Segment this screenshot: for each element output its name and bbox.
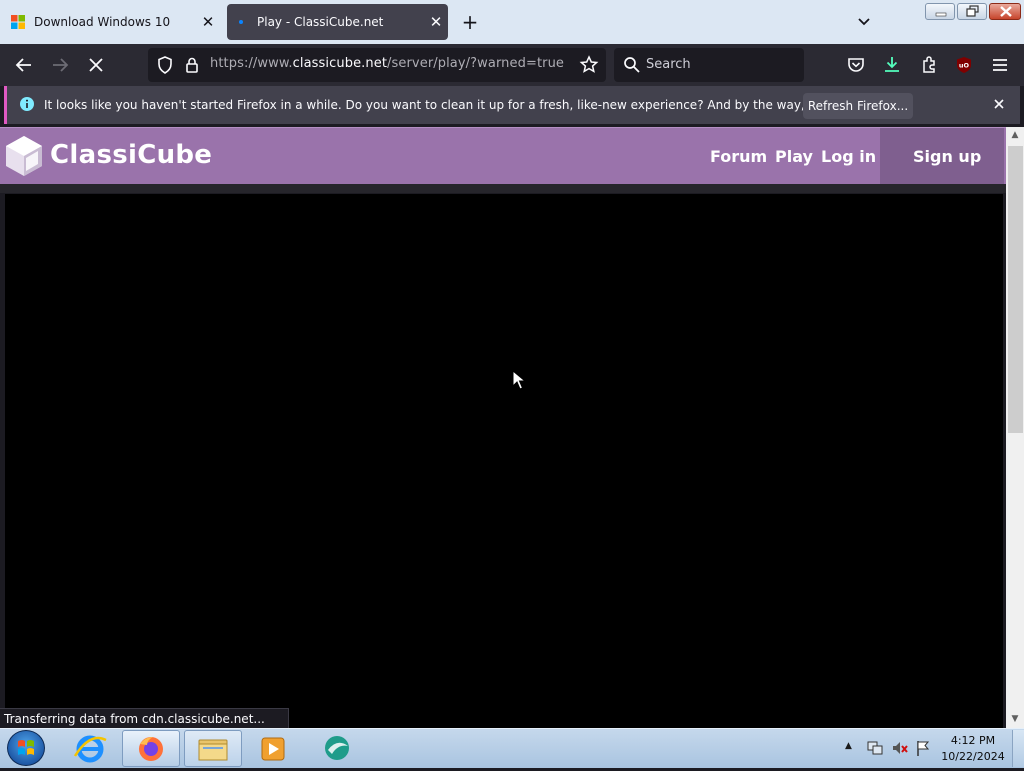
svg-text:uO: uO bbox=[959, 62, 970, 70]
site-logo[interactable]: ClassiCube bbox=[50, 140, 212, 170]
scrollbar-thumb[interactable] bbox=[1008, 146, 1023, 433]
show-hidden-icons-icon[interactable]: ▲ bbox=[845, 741, 857, 759]
minimize-icon bbox=[935, 12, 947, 17]
mouse-cursor-icon bbox=[512, 370, 526, 390]
taskbar-firefox[interactable] bbox=[122, 730, 180, 767]
ublock-origin-icon[interactable]: uO bbox=[952, 53, 976, 77]
tab-title: Download Windows 10 bbox=[34, 15, 171, 29]
file-explorer-icon bbox=[198, 739, 228, 761]
show-desktop-button[interactable] bbox=[1012, 730, 1024, 767]
notification-message: It looks like you haven't started Firefo… bbox=[44, 98, 900, 112]
taskbar-clock[interactable]: 4:12 PM 10/22/2024 bbox=[940, 733, 1006, 765]
restore-button[interactable] bbox=[957, 3, 987, 20]
close-window-button[interactable] bbox=[989, 3, 1021, 20]
nav-play-link[interactable]: Play bbox=[775, 147, 813, 166]
new-tab-button[interactable]: + bbox=[458, 10, 482, 34]
action-center-flag-icon[interactable] bbox=[914, 739, 932, 757]
search-input[interactable]: Search bbox=[646, 57, 691, 72]
tab-title: Play - ClassiCube.net bbox=[257, 15, 384, 29]
taskbar-internet-explorer[interactable] bbox=[61, 730, 119, 767]
tab-download-windows[interactable]: Download Windows 10 ✕ bbox=[4, 4, 220, 40]
taskbar-media-player[interactable] bbox=[244, 730, 302, 767]
start-button[interactable] bbox=[7, 730, 45, 766]
firefox-icon bbox=[139, 737, 163, 761]
internet-explorer-icon bbox=[73, 735, 107, 763]
close-notification-icon[interactable] bbox=[990, 95, 1008, 113]
forward-icon[interactable] bbox=[48, 53, 72, 77]
clock-time: 4:12 PM bbox=[950, 734, 996, 747]
url-domain: classicube.net bbox=[292, 56, 388, 71]
url-text[interactable]: https://www.classicube.net/server/play/?… bbox=[210, 56, 564, 71]
nav-signup-link[interactable]: Sign up bbox=[913, 147, 981, 166]
downloads-icon[interactable] bbox=[880, 53, 904, 77]
list-all-tabs-icon[interactable] bbox=[852, 12, 876, 32]
minimize-button[interactable] bbox=[925, 3, 955, 20]
header-divider bbox=[0, 184, 1006, 193]
status-panel: Transferring data from cdn.classicube.ne… bbox=[0, 708, 289, 729]
taskbar-file-explorer[interactable] bbox=[184, 730, 242, 767]
close-tab-icon[interactable]: ✕ bbox=[196, 13, 220, 31]
app-icon bbox=[325, 736, 349, 760]
classicube-logo-icon[interactable] bbox=[4, 134, 44, 178]
clock-date: 10/22/2024 bbox=[941, 750, 1005, 763]
info-icon bbox=[20, 97, 34, 111]
lock-icon[interactable] bbox=[180, 53, 204, 77]
loading-dot-icon bbox=[239, 20, 243, 24]
scroll-down-icon[interactable]: ▼ bbox=[1009, 714, 1021, 724]
tracking-protection-shield-icon[interactable] bbox=[153, 53, 177, 77]
back-icon[interactable] bbox=[12, 53, 36, 77]
close-tab-icon[interactable]: ✕ bbox=[424, 13, 448, 31]
windows-start-icon bbox=[18, 740, 34, 755]
nav-login-link[interactable]: Log in bbox=[821, 147, 876, 166]
volume-muted-icon[interactable] bbox=[891, 739, 909, 757]
network-icon[interactable] bbox=[866, 739, 884, 757]
site-header: ClassiCube Forum Play Log in Sign up bbox=[0, 127, 1006, 185]
game-canvas[interactable] bbox=[5, 194, 1003, 728]
media-player-icon bbox=[261, 737, 285, 761]
close-icon bbox=[1000, 6, 1012, 17]
scroll-up-icon[interactable]: ▲ bbox=[1009, 130, 1021, 140]
nav-forum-link[interactable]: Forum bbox=[710, 147, 767, 166]
search-icon bbox=[624, 57, 640, 73]
pocket-icon[interactable] bbox=[844, 53, 868, 77]
taskbar-app[interactable] bbox=[308, 730, 366, 767]
tab-play-classicube[interactable]: Play - ClassiCube.net ✕ bbox=[227, 4, 448, 40]
web-page: ClassiCube Forum Play Log in Sign up bbox=[0, 127, 1006, 728]
bookmark-star-icon[interactable] bbox=[577, 53, 601, 77]
url-path: /server/play/?warned=true bbox=[387, 56, 565, 71]
restore-icon bbox=[966, 5, 979, 17]
refresh-firefox-button[interactable]: Refresh Firefox... bbox=[803, 93, 913, 119]
menu-hamburger-icon[interactable] bbox=[988, 53, 1012, 77]
url-prefix: https://www. bbox=[210, 56, 293, 71]
windows-logo-icon bbox=[11, 15, 25, 29]
stop-loading-icon[interactable] bbox=[84, 53, 108, 77]
extensions-icon[interactable] bbox=[917, 53, 941, 77]
